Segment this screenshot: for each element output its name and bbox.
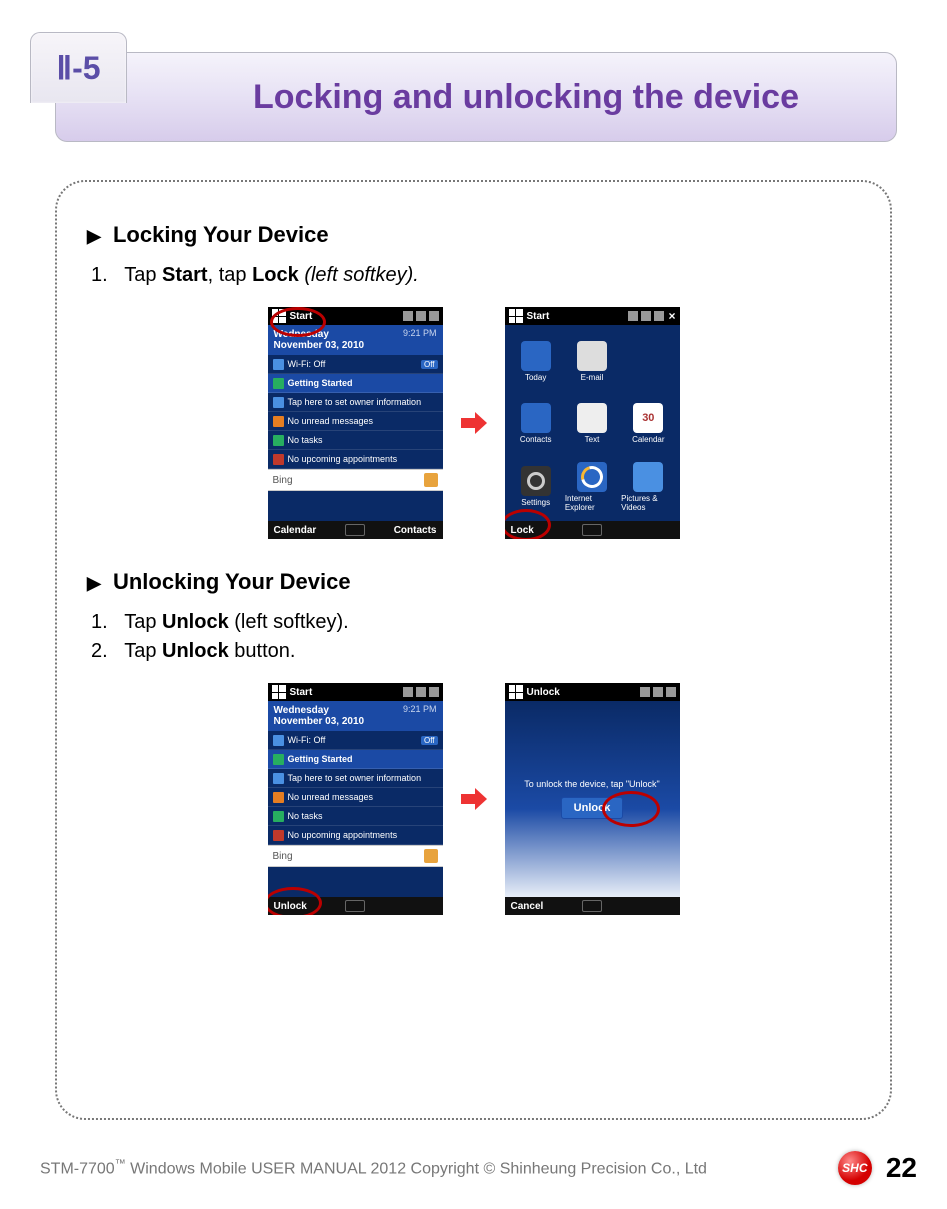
softkey-right: Contacts [369,525,443,536]
phone-softkeys: Lock [505,521,680,539]
unlock-message: To unlock the device, tap "Unlock" [524,779,659,789]
volume-icon [416,687,426,697]
phone-home-body: 9:21 PM Wednesday November 03, 2010 Wi-F… [268,325,443,521]
row-unread: No unread messages [268,412,443,431]
row-bing: Bing [268,469,443,491]
unlock-step-1: 1. Tap Unlock (left softkey). [91,611,860,634]
row-tasks: No tasks [268,431,443,450]
app-calendar: 30Calendar [621,394,675,455]
phone-statusbar: Unlock [505,683,680,701]
locking-heading: ▶ Locking Your Device [87,222,860,248]
triangle-icon: ▶ [87,573,101,593]
row-appts: No upcoming appointments [268,450,443,469]
phone-statusbar: Start [268,683,443,701]
section-tab: Ⅱ-5 [30,32,127,103]
signal-icon [403,687,413,697]
app-text: Text [565,394,619,455]
phone-home-body: 9:21 PM Wednesday November 03, 2010 Wi-F… [268,701,443,897]
screenshot-start-menu: Start × Today E-mail Contacts Text 30Cal… [505,307,680,539]
signal-icon [640,687,650,697]
app-contacts: Contacts [509,394,563,455]
volume-icon [653,687,663,697]
content-panel: ▶ Locking Your Device 1. Tap Start, tap … [55,180,892,1120]
softkey-menu-icon [345,900,365,912]
page-footer: STM-7700™ Windows Mobile USER MANUAL 201… [0,1151,947,1185]
softkey-left-unlock: Unlock [268,901,342,912]
lock-step-1: 1. Tap Start, tap Lock (left softkey). [91,264,860,287]
date-block: 9:21 PM Wednesday November 03, 2010 [268,701,443,731]
screenshot-home-unlock-softkey: Start 9:21 PM Wednesday November 03, 201… [268,683,443,915]
unlock-screenshots-row: Start 9:21 PM Wednesday November 03, 201… [87,683,860,915]
start-grid: Today E-mail Contacts Text 30Calendar Se… [505,325,680,521]
phone-softkeys: Cancel [505,897,680,915]
triangle-icon: ▶ [87,226,101,246]
phone-statusbar: Start × [505,307,680,325]
close-icon: × [668,309,675,323]
row-owner: Tap here to set owner information [268,393,443,412]
section-tab-label: Ⅱ-5 [56,49,100,87]
windows-logo-icon [509,309,523,323]
windows-logo-icon [272,685,286,699]
softkey-menu-icon [582,524,602,536]
screenshot-unlock-screen: Unlock To unlock the device, tap "Unlock… [505,683,680,915]
windows-logo-icon [272,309,286,323]
battery-icon [429,311,439,321]
arrow-right-icon [461,412,487,434]
screenshot-home-start: Start 9:21 PM Wednesday November 03, 201… [268,307,443,539]
page-title: Locking and unlocking the device [153,78,799,117]
app-settings: Settings [509,456,563,517]
phone-statusbar: Start [268,307,443,325]
app-today: Today [509,331,563,392]
app-email: E-mail [565,331,619,392]
date-block: 9:21 PM Wednesday November 03, 2010 [268,325,443,355]
unlock-button: Unlock [561,797,624,819]
unlock-body: To unlock the device, tap "Unlock" Unloc… [505,701,680,897]
windows-logo-icon [509,685,523,699]
app-pictures: Pictures & Videos [621,456,675,517]
unlocking-heading: ▶ Unlocking Your Device [87,569,860,595]
softkey-left-cancel: Cancel [505,901,579,912]
signal-icon [628,311,638,321]
unlock-step-2: 2. Tap Unlock button. [91,640,860,663]
softkey-left: Calendar [268,525,342,536]
softkey-menu-icon [345,524,365,536]
row-getting-started: Getting Started [268,374,443,393]
battery-icon [666,687,676,697]
shc-logo-icon: SHC [838,1151,872,1185]
softkey-menu-icon [582,900,602,912]
app-ie: Internet Explorer [565,456,619,517]
phone-softkeys: Calendar Contacts [268,521,443,539]
softkey-left-lock: Lock [505,525,579,536]
row-wifi: Wi-Fi: OffOff [268,355,443,374]
search-icon [424,849,438,863]
page-title-bar: Locking and unlocking the device [55,52,897,142]
arrow-right-icon [461,788,487,810]
search-icon [424,473,438,487]
battery-icon [654,311,664,321]
volume-icon [416,311,426,321]
volume-icon [641,311,651,321]
page-number: 22 [886,1152,917,1184]
copyright-text: STM-7700™ Windows Mobile USER MANUAL 201… [40,1158,824,1178]
phone-softkeys: Unlock [268,897,443,915]
lock-screenshots-row: Start 9:21 PM Wednesday November 03, 201… [87,307,860,539]
battery-icon [429,687,439,697]
signal-icon [403,311,413,321]
